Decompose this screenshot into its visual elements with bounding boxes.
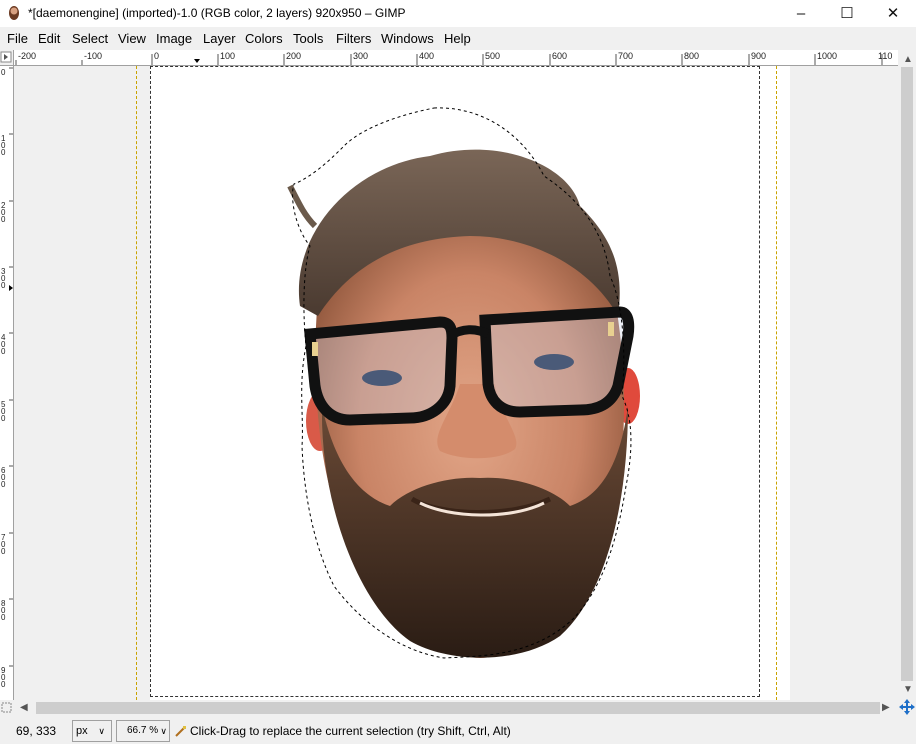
horizontal-ruler[interactable]: -200 -100 0 100 200 300 400 500 600 700 … bbox=[14, 50, 898, 66]
scroll-right-icon[interactable]: ▶ bbox=[882, 702, 890, 713]
menu-layer[interactable]: Layer bbox=[203, 31, 236, 46]
hruler-label: 0 bbox=[154, 51, 160, 61]
hruler-label: 1000 bbox=[817, 51, 838, 61]
hruler-label: 600 bbox=[552, 51, 568, 61]
hruler-label: -100 bbox=[84, 51, 103, 61]
close-button[interactable]: ✕ bbox=[870, 0, 916, 27]
zoom-value: 66.7 % bbox=[127, 725, 159, 736]
guide-line-right bbox=[776, 66, 777, 700]
hruler-label: 100 bbox=[220, 51, 236, 61]
chevron-down-icon: ∨ bbox=[98, 726, 105, 736]
hruler-label: 800 bbox=[684, 51, 700, 61]
hruler-label: -200 bbox=[18, 51, 37, 61]
menu-view[interactable]: View bbox=[118, 31, 146, 46]
minimize-button[interactable]: – bbox=[778, 0, 824, 27]
rect-select-icon bbox=[174, 724, 188, 738]
scroll-down-icon[interactable]: ▼ bbox=[903, 684, 913, 695]
navigate-icon[interactable] bbox=[898, 698, 916, 716]
menu-colors[interactable]: Colors bbox=[245, 31, 283, 46]
ruler-corner[interactable] bbox=[0, 50, 14, 66]
vruler-label: 9 0 0 bbox=[1, 666, 6, 689]
menu-windows[interactable]: Windows bbox=[381, 31, 434, 46]
vruler-label: 4 0 0 bbox=[1, 333, 6, 356]
window-title: *[daemonengine] (imported)-1.0 (RGB colo… bbox=[28, 6, 406, 20]
scroll-up-icon[interactable]: ▲ bbox=[903, 54, 913, 65]
hruler-label: 900 bbox=[751, 51, 767, 61]
vruler-label: 5 0 0 bbox=[1, 400, 6, 423]
vruler-label: 1 0 0 bbox=[1, 134, 6, 157]
vruler-label: 7 0 0 bbox=[1, 533, 6, 556]
menu-select[interactable]: Select bbox=[72, 31, 108, 46]
scroll-left-icon[interactable]: ◀ bbox=[20, 702, 28, 713]
menu-file[interactable]: File bbox=[7, 31, 28, 46]
vruler-label: 3 0 0 bbox=[1, 267, 6, 290]
hruler-label: 300 bbox=[353, 51, 369, 61]
hruler-label: 700 bbox=[618, 51, 634, 61]
guide-line-left bbox=[136, 66, 137, 700]
hruler-label: 400 bbox=[419, 51, 435, 61]
horizontal-scroll-thumb[interactable] bbox=[36, 702, 880, 714]
menu-image[interactable]: Image bbox=[156, 31, 192, 46]
vruler-label: 0 bbox=[1, 68, 6, 77]
menu-arrow-icon bbox=[0, 51, 12, 63]
gimp-app-icon bbox=[9, 6, 19, 20]
vruler-label: 2 0 0 bbox=[1, 201, 6, 224]
menu-tools[interactable]: Tools bbox=[293, 31, 323, 46]
menu-help[interactable]: Help bbox=[444, 31, 471, 46]
hruler-label: 110 bbox=[878, 51, 893, 61]
vruler-label: 8 0 0 bbox=[1, 599, 6, 622]
chevron-down-icon: ∨ bbox=[160, 726, 167, 736]
unit-select[interactable]: px ∨ bbox=[72, 720, 112, 742]
zoom-select[interactable]: 66.7 % ∨ bbox=[116, 720, 170, 742]
menu-edit[interactable]: Edit bbox=[38, 31, 60, 46]
title-bar: *[daemonengine] (imported)-1.0 (RGB colo… bbox=[0, 0, 916, 27]
hruler-label: 500 bbox=[485, 51, 501, 61]
hruler-label: 200 bbox=[286, 51, 302, 61]
menu-filters[interactable]: Filters bbox=[336, 31, 371, 46]
unit-value: px bbox=[76, 725, 88, 737]
layer-boundary bbox=[150, 66, 760, 697]
vertical-scroll-thumb[interactable] bbox=[901, 67, 913, 681]
vertical-ruler[interactable]: 0 1 0 0 2 0 0 3 0 0 4 0 0 5 0 0 6 0 0 7 … bbox=[0, 66, 14, 700]
vruler-label: 6 0 0 bbox=[1, 466, 6, 489]
quick-mask-icon[interactable] bbox=[0, 700, 14, 716]
status-message: Click-Drag to replace the current select… bbox=[190, 724, 511, 738]
image-canvas[interactable] bbox=[14, 66, 898, 700]
pointer-coordinates: 69, 333 bbox=[16, 724, 57, 738]
maximize-button[interactable]: ☐ bbox=[824, 0, 870, 27]
